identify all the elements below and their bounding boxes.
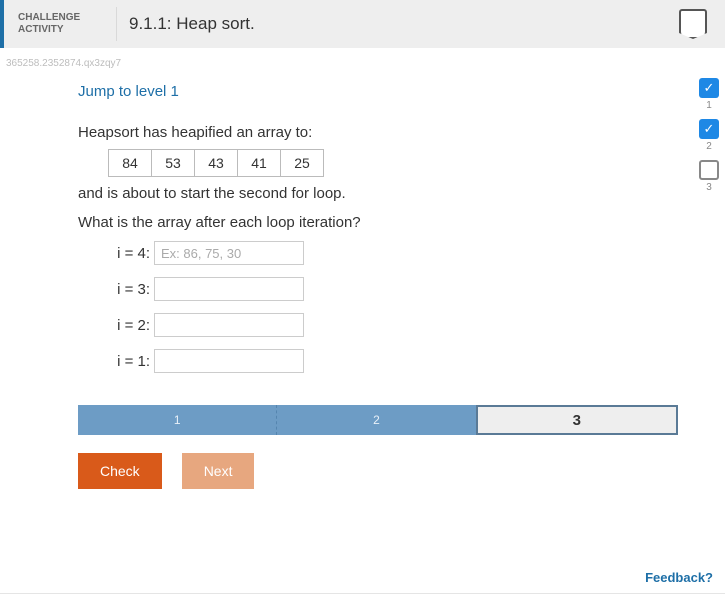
- input-label: i = 4:: [106, 245, 150, 262]
- check-icon: ✓: [704, 80, 715, 96]
- content-area: Jump to level 1 Heapsort has heapified a…: [0, 69, 678, 489]
- input-label: i = 2:: [106, 317, 150, 334]
- check-button[interactable]: Check: [78, 453, 162, 489]
- level-num-1: 1: [706, 100, 712, 111]
- level-sidebar: ✓ 1 ✓ 2 3: [699, 78, 719, 199]
- question-text: What is the array after each loop iterat…: [78, 214, 678, 231]
- iteration-input-3[interactable]: [154, 277, 304, 301]
- array-cell: 43: [194, 149, 238, 177]
- input-row-i3: i = 3:: [106, 277, 678, 301]
- array-cell: 84: [108, 149, 152, 177]
- input-row-i4: i = 4:: [106, 241, 678, 265]
- next-button[interactable]: Next: [182, 453, 255, 489]
- level-box-3[interactable]: [699, 160, 719, 180]
- input-label: i = 1:: [106, 353, 150, 370]
- progress-segment-2[interactable]: 2: [277, 405, 475, 435]
- button-row: Check Next: [78, 453, 678, 489]
- activity-title: 9.1.1: Heap sort.: [121, 14, 255, 34]
- progress-segment-1[interactable]: 1: [78, 405, 277, 435]
- activity-header: CHALLENGE ACTIVITY 9.1.1: Heap sort.: [0, 0, 725, 48]
- jump-to-level-link[interactable]: Jump to level 1: [78, 83, 678, 100]
- check-icon: ✓: [704, 121, 715, 137]
- iteration-input-4[interactable]: [154, 241, 304, 265]
- iteration-input-2[interactable]: [154, 313, 304, 337]
- challenge-label-line2: ACTIVITY: [18, 24, 106, 36]
- level-num-3: 3: [706, 182, 712, 193]
- level-box-1[interactable]: ✓: [699, 78, 719, 98]
- iteration-input-1[interactable]: [154, 349, 304, 373]
- array-cell: 25: [280, 149, 324, 177]
- level-num-2: 2: [706, 141, 712, 152]
- intro-line2: and is about to start the second for loo…: [78, 185, 678, 202]
- array-cell: 53: [151, 149, 195, 177]
- header-divider: [116, 7, 117, 41]
- input-row-i1: i = 1:: [106, 349, 678, 373]
- intro-line1: Heapsort has heapified an array to:: [78, 124, 678, 141]
- level-box-2[interactable]: ✓: [699, 119, 719, 139]
- progress-segment-3[interactable]: 3: [476, 405, 678, 435]
- input-label: i = 3:: [106, 281, 150, 298]
- heap-array: 84 53 43 41 25: [108, 149, 678, 177]
- array-cell: 41: [237, 149, 281, 177]
- iteration-inputs: i = 4: i = 3: i = 2: i = 1:: [106, 241, 678, 373]
- challenge-label-line1: CHALLENGE: [18, 12, 106, 24]
- serial-code: 365258.2352874.qx3zqy7: [0, 48, 725, 69]
- progress-bar: 1 2 3: [78, 405, 678, 435]
- pocket-icon[interactable]: [679, 9, 707, 39]
- challenge-label: CHALLENGE ACTIVITY: [12, 12, 112, 36]
- feedback-link[interactable]: Feedback?: [645, 570, 713, 585]
- input-row-i2: i = 2:: [106, 313, 678, 337]
